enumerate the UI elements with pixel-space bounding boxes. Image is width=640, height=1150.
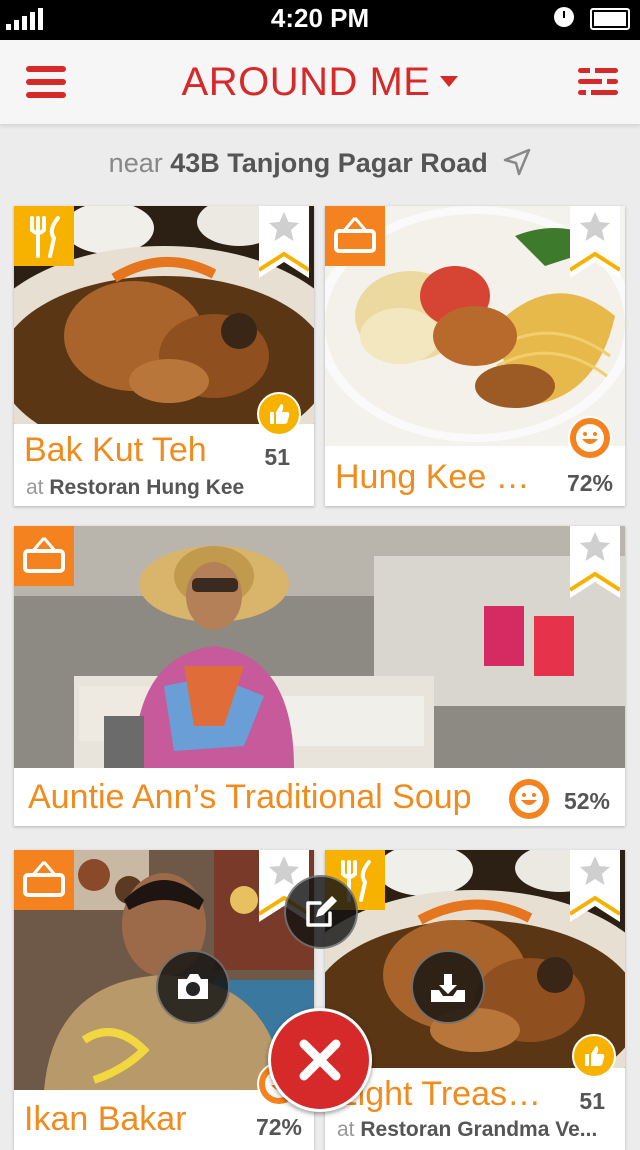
card-title: Ikan Bakar (24, 1100, 187, 1138)
chevron-down-icon (440, 75, 459, 87)
card-metric: 51 (264, 444, 290, 470)
shop-category-icon (325, 206, 385, 266)
location-arrow-icon[interactable] (503, 148, 531, 176)
card-metric: 51 (579, 1088, 605, 1114)
card-title: Auntie Ann’s Traditional Soup (28, 778, 472, 816)
card-venue: Restoran Hung Kee (49, 476, 245, 499)
shop-category-icon (14, 526, 74, 586)
shop-category-icon (14, 850, 74, 910)
location-address: 43B Tanjong Pagar Road (170, 148, 488, 178)
nav-bar: AROUND ME (0, 40, 640, 125)
tray-icon (431, 974, 465, 1002)
edit-icon (306, 896, 337, 927)
bookmark-star-icon[interactable] (570, 850, 620, 922)
happy-face-icon (507, 777, 551, 821)
close-button[interactable] (268, 1008, 372, 1112)
card-venue: Restoran Grandma Ve... (360, 1118, 598, 1141)
location-bar[interactable]: near 43B Tanjong Pagar Road (0, 148, 640, 179)
card-metric: 52% (563, 788, 610, 814)
close-icon (299, 1039, 341, 1081)
card-metric: 72% (566, 470, 613, 496)
card-bak-kut-teh[interactable]: Bak Kut Teh 51 at Restoran Hung Kee (14, 206, 314, 506)
card-photo (14, 526, 625, 768)
compose-button[interactable] (284, 875, 358, 949)
camera-button[interactable] (156, 950, 230, 1024)
bookmark-star-icon[interactable] (570, 206, 620, 278)
bookmark-star-icon[interactable] (570, 526, 620, 598)
location-prefix: near (108, 148, 163, 178)
card-title: Bak Kut Teh (24, 431, 207, 469)
like-icon (572, 1034, 616, 1078)
check-in-button[interactable] (411, 950, 485, 1024)
battery-icon (590, 8, 630, 30)
nav-title[interactable]: AROUND ME (0, 60, 640, 105)
card-subtitle: at Restoran Grandma Ve... (337, 1118, 617, 1142)
card-subtitle-prefix: at (337, 1118, 355, 1141)
card-title: Hung Kee Wa... (335, 458, 555, 496)
filter-list-icon[interactable] (578, 66, 618, 98)
status-bar: 4:20 PM (0, 0, 640, 40)
food-category-icon (14, 206, 74, 266)
card-subtitle-prefix: at (26, 476, 44, 499)
card-subtitle: at Restoran Hung Kee (26, 476, 306, 500)
bookmark-star-icon[interactable] (259, 206, 309, 278)
alarm-clock-icon (554, 7, 574, 27)
card-hung-kee[interactable]: Hung Kee Wa... 72% (325, 206, 625, 506)
camera-icon (178, 974, 208, 999)
like-icon (257, 392, 301, 436)
nav-title-text: AROUND ME (181, 60, 431, 104)
happy-face-icon (568, 416, 612, 460)
card-auntie-ann[interactable]: Auntie Ann’s Traditional Soup 52% (14, 526, 625, 826)
status-time: 4:20 PM (270, 3, 370, 33)
card-metric: 72% (255, 1114, 302, 1140)
